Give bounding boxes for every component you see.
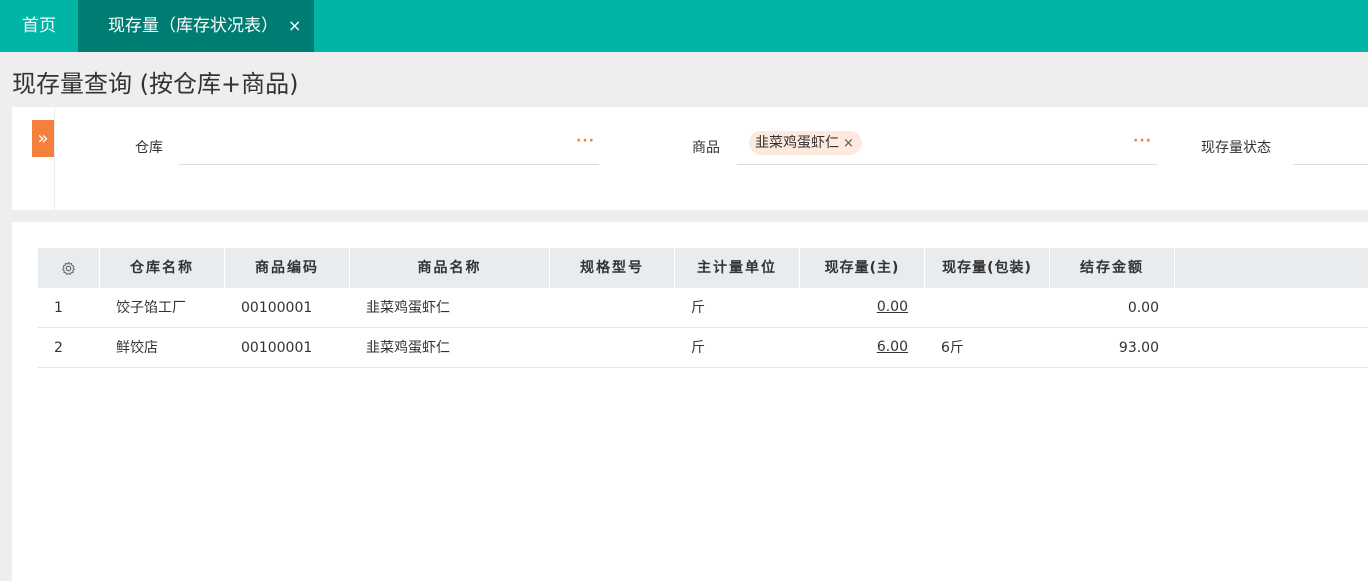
col-header-amount[interactable]: 结存金额 [1050, 248, 1175, 288]
row-index: 2 [54, 340, 63, 356]
cell-warehouse: 饺子馅工厂 [116, 300, 186, 316]
table-panel: 仓库名称 商品编码 商品名称 规格型号 主计量单位 现存量(主) 现存量(包装)… [12, 222, 1368, 581]
col-header-warehouse[interactable]: 仓库名称 [100, 248, 225, 288]
tab-home[interactable]: 首页 [0, 0, 78, 52]
tab-stock-status[interactable]: 现存量（库存状况表） × [78, 0, 314, 52]
stock-status-label: 现存量状态 [1201, 140, 1271, 156]
col-header-qty-main[interactable]: 现存量(主) [800, 248, 925, 288]
cell-name: 韭菜鸡蛋虾仁 [366, 340, 450, 356]
expand-panel-button[interactable]: » [32, 120, 54, 157]
product-picker-icon[interactable]: ··· [1133, 133, 1152, 149]
col-header-qty-pack[interactable]: 现存量(包装) [925, 248, 1050, 288]
page-title: 现存量查询 (按仓库+商品) [12, 70, 299, 98]
tab-stock-status-label: 现存量（库存状况表） [108, 16, 278, 36]
stock-status-field[interactable] [1293, 164, 1368, 165]
tag-close-icon[interactable]: × [843, 136, 854, 151]
cell-unit: 斤 [691, 340, 705, 356]
warehouse-label: 仓库 [135, 140, 163, 156]
cell-warehouse: 鲜饺店 [116, 340, 158, 356]
filter-panel: » 仓库 ··· 商品 韭菜鸡蛋虾仁 × ··· 现存量状态 [12, 107, 1368, 210]
table-row[interactable]: 1 饺子馅工厂 00100001 韭菜鸡蛋虾仁 斤 0.00 0.00 [38, 288, 1368, 328]
warehouse-field[interactable] [179, 164, 599, 165]
product-tag-label: 韭菜鸡蛋虾仁 [755, 135, 839, 151]
cell-amount: 0.00 [1127, 300, 1159, 316]
table-row[interactable]: 2 鲜饺店 00100001 韭菜鸡蛋虾仁 斤 6.00 6斤 93.00 [38, 328, 1368, 368]
product-tag: 韭菜鸡蛋虾仁 × [749, 131, 862, 155]
cell-code: 00100001 [241, 300, 313, 316]
cell-qty-main-link[interactable]: 0.00 [800, 288, 908, 328]
col-header-unit[interactable]: 主计量单位 [675, 248, 800, 288]
product-label: 商品 [692, 140, 720, 156]
row-index: 1 [54, 300, 63, 316]
tab-bar: 首页 现存量（库存状况表） × [0, 0, 1368, 52]
cell-name: 韭菜鸡蛋虾仁 [366, 300, 450, 316]
panel-divider [54, 107, 55, 210]
cell-qty-pack: 6斤 [941, 340, 964, 356]
close-icon[interactable]: × [288, 0, 301, 52]
col-header-code[interactable]: 商品编码 [225, 248, 350, 288]
table-header: 仓库名称 商品编码 商品名称 规格型号 主计量单位 现存量(主) 现存量(包装)… [38, 248, 1368, 288]
gear-icon[interactable] [38, 248, 100, 288]
cell-unit: 斤 [691, 300, 705, 316]
col-header-spec[interactable]: 规格型号 [550, 248, 675, 288]
cell-qty-main-link[interactable]: 6.00 [800, 328, 908, 368]
warehouse-picker-icon[interactable]: ··· [576, 133, 595, 149]
product-field[interactable] [737, 164, 1157, 165]
col-header-name[interactable]: 商品名称 [350, 248, 550, 288]
cell-code: 00100001 [241, 340, 313, 356]
cell-amount: 93.00 [1118, 340, 1159, 356]
